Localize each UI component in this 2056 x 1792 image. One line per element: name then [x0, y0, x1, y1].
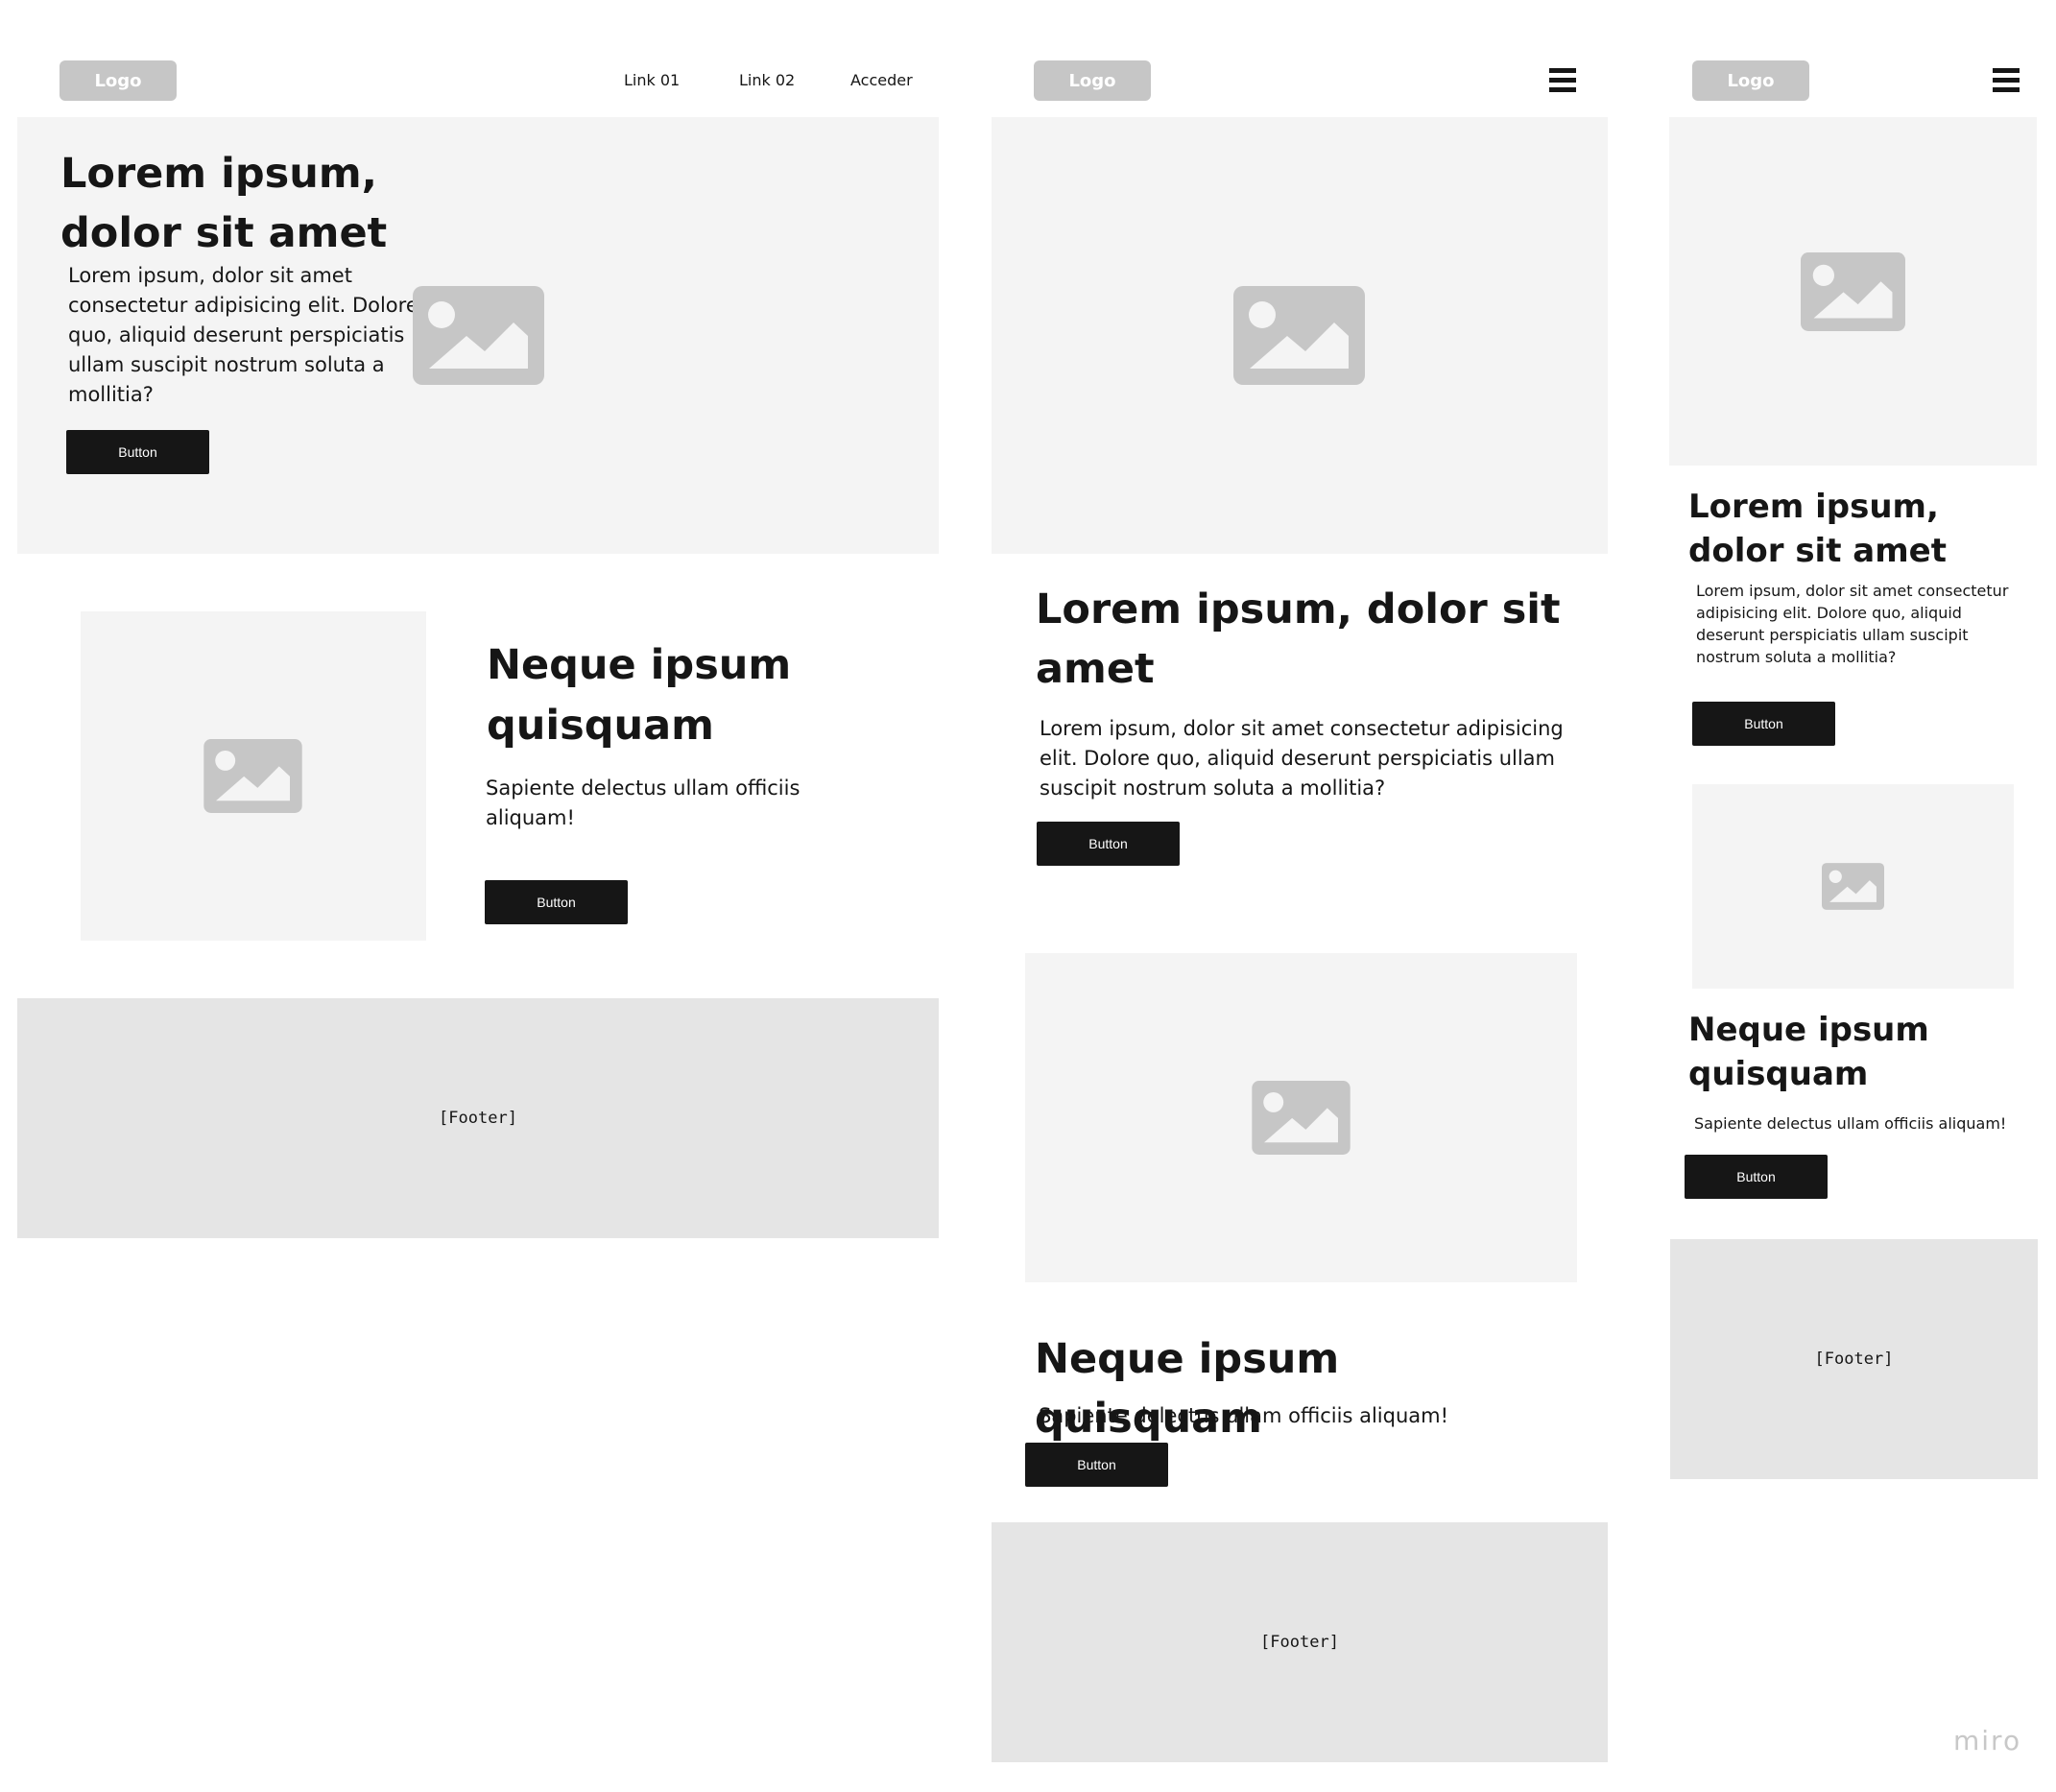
mobile-hero-image — [1669, 117, 2037, 466]
mobile-feature-button[interactable]: Button — [1685, 1155, 1828, 1199]
desktop-nav-link-acceder[interactable]: Acceder — [850, 71, 913, 89]
tablet-feature-image-icon — [1252, 1081, 1351, 1155]
mobile-hero-image-icon — [1801, 252, 1905, 331]
mobile-hamburger-menu-icon[interactable] — [1993, 68, 2020, 93]
desktop-hero-text: Lorem ipsum, dolor sit amet consectetur … — [68, 264, 418, 406]
mobile-feature-text: Sapiente delectus ullam officiis aliquam… — [1694, 1114, 2007, 1133]
desktop-feature-text: Sapiente delectus ullam officiis aliquam… — [486, 777, 801, 829]
mobile-feature-image-icon — [1822, 863, 1884, 910]
tablet-feature-text: Sapiente delectus ullam officiis aliquam… — [1039, 1404, 1449, 1427]
desktop-nav-link-01[interactable]: Link 01 — [624, 71, 680, 89]
desktop-hero-image-icon — [413, 286, 544, 385]
tablet-hero-text: Lorem ipsum, dolor sit amet consectetur … — [1040, 717, 1564, 800]
tablet-hero-title: Lorem ipsum, dolor sit amet — [1036, 585, 1561, 693]
tablet-logo[interactable]: Logo — [1034, 60, 1151, 101]
desktop-footer: [Footer] — [17, 998, 939, 1238]
mobile-hero-title: Lorem ipsum, dolor sit amet — [1688, 488, 1947, 570]
tablet-hero-button[interactable]: Button — [1037, 822, 1180, 866]
desktop-feature-title: Neque ipsum quisquam — [487, 641, 792, 750]
desktop-hero-section: Lorem ipsum, dolor sit amet Lorem ipsum,… — [17, 117, 939, 554]
desktop-hero-title: Lorem ipsum, dolor sit amet — [60, 150, 388, 257]
tablet-feature-button[interactable]: Button — [1025, 1443, 1168, 1487]
desktop-feature-image-icon — [203, 739, 302, 813]
mobile-feature-image — [1692, 784, 2014, 989]
miro-watermark: miro — [1953, 1725, 2022, 1756]
tablet-footer: [Footer] — [992, 1522, 1608, 1762]
mobile-hero-button[interactable]: Button — [1692, 702, 1835, 746]
mobile-hero-text: Lorem ipsum, dolor sit amet consectetur … — [1696, 582, 2009, 666]
desktop-feature-image — [81, 611, 426, 941]
mobile-logo[interactable]: Logo — [1692, 60, 1809, 101]
mobile-footer: [Footer] — [1670, 1239, 2038, 1479]
tablet-feature-image — [1025, 953, 1577, 1282]
desktop-feature-button[interactable]: Button — [485, 880, 628, 924]
mobile-feature-title: Neque ipsum quisquam — [1688, 1011, 1929, 1093]
desktop-hero-button[interactable]: Button — [66, 430, 209, 474]
tablet-hero-image-icon — [1233, 286, 1365, 385]
desktop-nav-link-02[interactable]: Link 02 — [739, 71, 795, 89]
tablet-hero-image — [992, 117, 1608, 554]
desktop-logo[interactable]: Logo — [60, 60, 177, 101]
tablet-hamburger-menu-icon[interactable] — [1549, 68, 1576, 93]
